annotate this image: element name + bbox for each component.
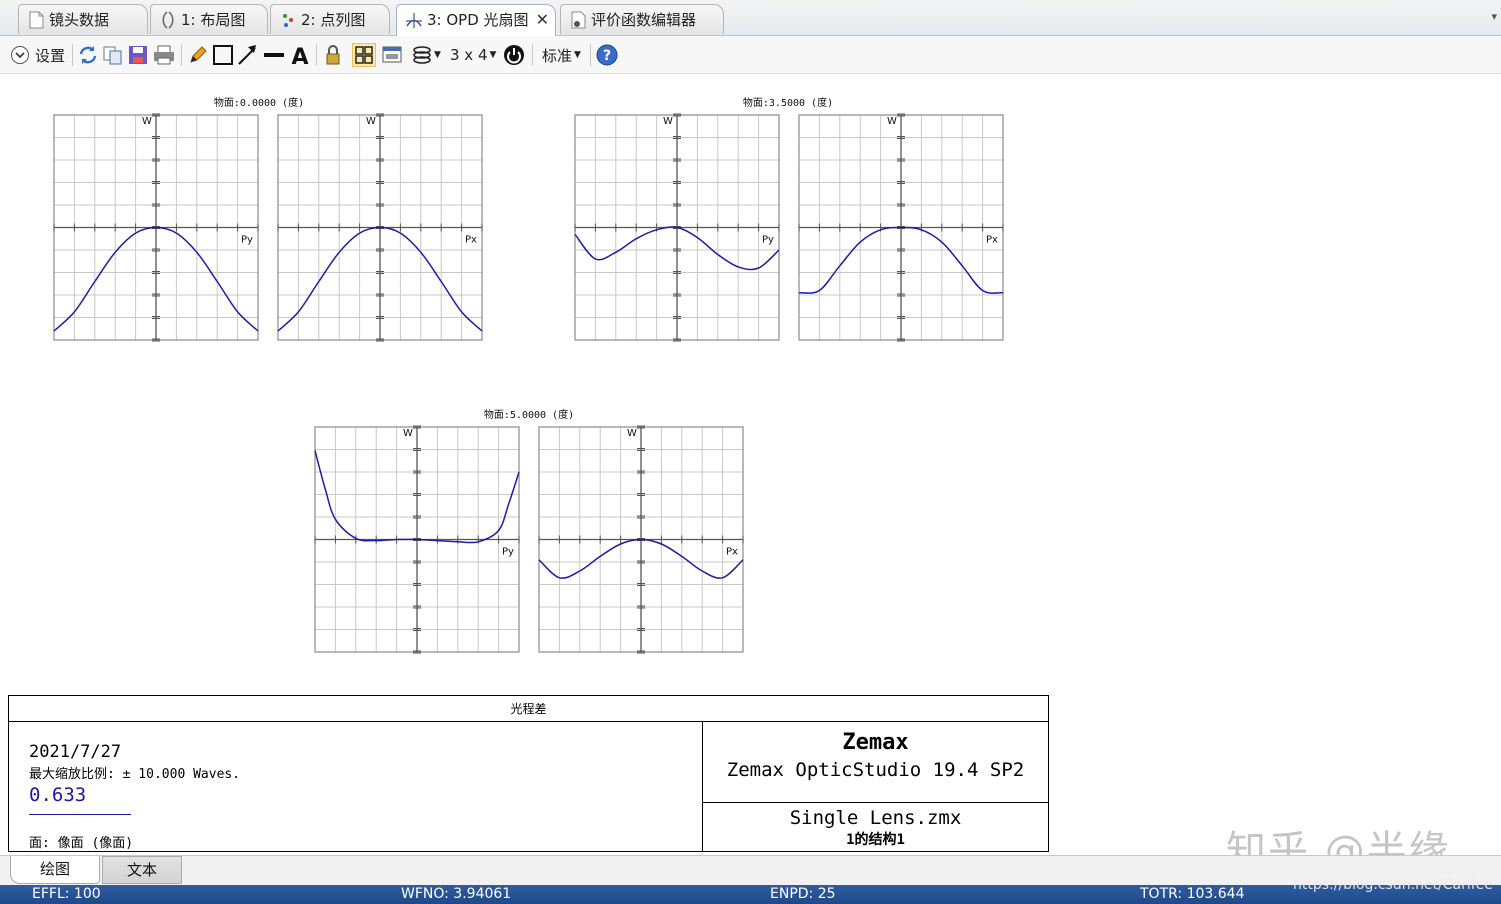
status-totr: TOTR: 103.644 xyxy=(1140,886,1245,902)
opd-fan-plots: 物面:0.0000 (度) W Py W Px 物面:3.5000 (度) W Py W Px 物面… xyxy=(53,96,1004,654)
watermark-url: https://blog.csdn.net/Carifee xyxy=(1293,877,1493,893)
grid-size-dropdown[interactable]: 3 x 4 ▼ xyxy=(450,43,496,67)
arrow-icon[interactable] xyxy=(236,43,260,67)
document-icon xyxy=(29,11,44,29)
toolbar-divider xyxy=(72,44,73,66)
status-wfno: WFNO: 3.94061 xyxy=(401,886,512,902)
file-name: Single Lens.zmx xyxy=(789,807,962,829)
field-title: 物面:0.0000 (度) xyxy=(214,96,304,109)
save-icon[interactable] xyxy=(126,43,150,67)
layers-dropdown[interactable]: ▼ xyxy=(412,43,441,67)
toolbar-divider xyxy=(532,44,533,66)
spot-diagram-icon xyxy=(283,14,293,27)
tab-label: 2: 点列图 xyxy=(301,11,366,29)
tab-label: 3: OPD 光扇图 xyxy=(427,11,529,29)
y-axis-label: W xyxy=(403,428,413,439)
grid-size-label: 3 x 4 xyxy=(450,46,488,64)
copy-icon[interactable] xyxy=(101,43,125,67)
help-icon[interactable]: ? xyxy=(595,43,619,67)
y-axis-label: W xyxy=(887,116,897,127)
opd-fan-window: { "tabs": [ {"label": "镜头数据", "icon": "d… xyxy=(0,0,1501,904)
surface-label: 面: 像面 (像面) xyxy=(29,836,134,851)
layers-icon xyxy=(413,46,431,64)
y-axis-label: W xyxy=(142,116,152,127)
line-icon[interactable] xyxy=(262,43,286,67)
x-axis-label: Py xyxy=(241,235,253,246)
x-axis-label: Py xyxy=(762,235,774,246)
y-axis-label: W xyxy=(366,116,376,127)
x-axis-label: Py xyxy=(502,547,514,558)
window-icon[interactable] xyxy=(380,43,404,67)
chevron-down-icon xyxy=(11,46,29,64)
tab-label: 评价函数编辑器 xyxy=(591,11,697,29)
y-axis-label: W xyxy=(663,116,673,127)
text-icon[interactable]: A xyxy=(288,43,312,67)
chevron-down-icon: ▼ xyxy=(574,50,581,60)
tab-label: 镜头数据 xyxy=(49,11,110,29)
settings-label: 设置 xyxy=(35,46,66,65)
document-tab-strip: 镜头数据 1: 布局图 2: 点列图 3: OPD 光扇图 ✕ 评价函数编辑器 … xyxy=(0,0,1501,36)
lens-layout-icon xyxy=(162,11,174,29)
lock-icon[interactable] xyxy=(321,43,345,67)
merit-function-icon xyxy=(571,11,586,29)
max-scale: 最大缩放比例: ± 10.000 Waves. xyxy=(29,767,241,782)
info-left-panel: 2021/7/27 最大缩放比例: ± 10.000 Waves. 0.633 … xyxy=(9,722,703,851)
plot-info-box: 光程差 2021/7/27 最大缩放比例: ± 10.000 Waves. 0.… xyxy=(8,695,1049,852)
chevron-down-icon: ▼ xyxy=(434,50,441,60)
standard-label: 标准 xyxy=(542,46,573,65)
status-bar: EFFL: 100 WFNO: 3.94061 ENPD: 25 TOTR: 1… xyxy=(0,885,1501,904)
svg-text:A: A xyxy=(291,45,308,67)
status-enpd: ENPD: 25 xyxy=(770,886,836,902)
close-icon[interactable]: ✕ xyxy=(536,5,549,35)
print-icon[interactable] xyxy=(152,43,176,67)
toolbar-divider xyxy=(181,44,182,66)
x-axis-label: Px xyxy=(986,235,998,246)
info-brand-panel: Zemax Zemax OpticStudio 19.4 SP2 xyxy=(703,722,1048,803)
pencil-icon[interactable] xyxy=(186,43,210,67)
config-label: 1的结构1 xyxy=(846,832,905,848)
info-file-panel: Single Lens.zmx 1的结构1 xyxy=(703,803,1048,851)
y-axis-label: W xyxy=(627,428,637,439)
analysis-toolbar: 设置 A ▼ 3 x 4 ▼ 标准 ▼ ? xyxy=(0,36,1501,74)
toolbar-divider xyxy=(590,44,591,66)
tab-layout[interactable]: 1: 布局图 xyxy=(150,4,268,34)
grid-view-icon[interactable] xyxy=(352,43,376,67)
tab-plot[interactable]: 绘图 xyxy=(10,856,100,884)
product-version: Zemax OpticStudio 19.4 SP2 xyxy=(726,759,1025,781)
power-icon[interactable] xyxy=(502,43,526,67)
chevron-down-icon: ▼ xyxy=(489,50,497,60)
plot-date: 2021/7/27 xyxy=(29,742,122,762)
rectangle-icon[interactable] xyxy=(211,43,235,67)
x-axis-label: Px xyxy=(465,235,477,246)
toolbar-divider xyxy=(316,44,317,66)
view-tabs: 绘图 文本 xyxy=(0,855,1501,885)
brand-name: Zemax xyxy=(842,730,909,755)
opd-fan-icon xyxy=(406,13,422,28)
status-effl: EFFL: 100 xyxy=(32,886,101,902)
tab-text[interactable]: 文本 xyxy=(102,856,182,884)
field-title: 物面:3.5000 (度) xyxy=(743,96,833,109)
x-axis-label: Px xyxy=(726,547,738,558)
tab-overflow-icon[interactable]: ▾ xyxy=(1491,10,1497,23)
refresh-icon[interactable] xyxy=(76,43,100,67)
plot-title: 光程差 xyxy=(9,696,1048,722)
settings-button[interactable]: 设置 xyxy=(10,43,65,67)
wavelength-legend: 0.633 xyxy=(29,784,87,806)
standard-dropdown[interactable]: 标准 ▼ xyxy=(542,43,581,67)
tab-spot-diagram[interactable]: 2: 点列图 xyxy=(270,4,390,34)
svg-text:?: ? xyxy=(603,48,611,64)
tab-merit-function[interactable]: 评价函数编辑器 xyxy=(560,4,724,34)
tab-opd-fan[interactable]: 3: OPD 光扇图 ✕ xyxy=(396,4,556,36)
tab-lens-data[interactable]: 镜头数据 xyxy=(18,4,148,34)
wavelength-legend-line xyxy=(29,814,131,815)
field-title: 物面:5.0000 (度) xyxy=(484,408,574,421)
tab-label: 1: 布局图 xyxy=(181,11,246,29)
